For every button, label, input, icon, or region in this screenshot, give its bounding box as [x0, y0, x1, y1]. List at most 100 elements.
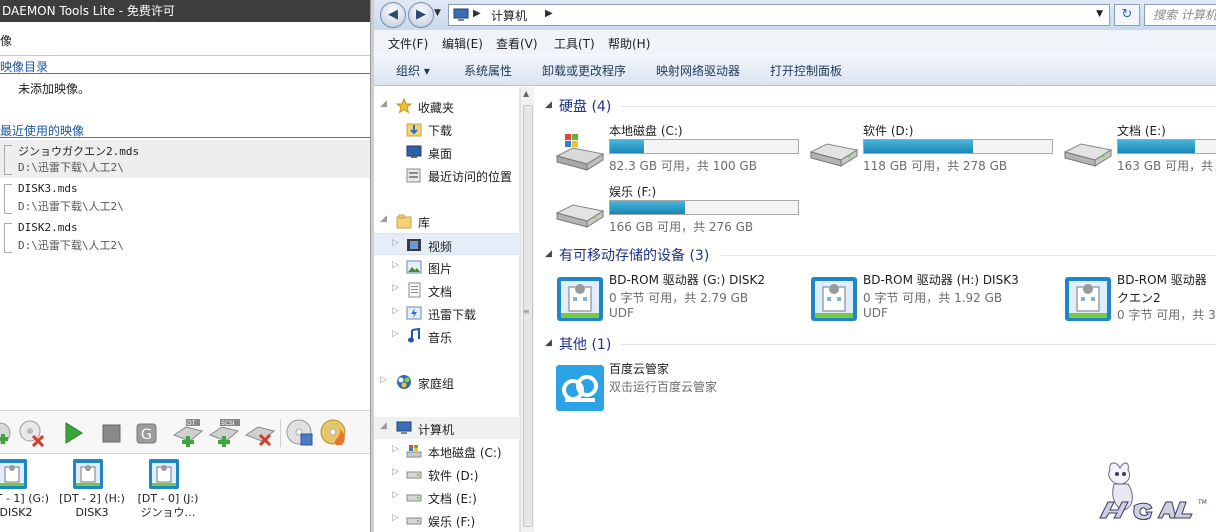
- menu-tools[interactable]: 工具(T): [554, 35, 595, 52]
- nav-music[interactable]: ▷ 音乐: [374, 325, 520, 347]
- music-library-icon: [408, 328, 420, 343]
- organize-button[interactable]: 组织 ▾: [396, 62, 430, 79]
- drive-tile-c[interactable]: 本地磁盘 (C:) 82.3 GB 可用，共 100 GB: [555, 122, 805, 180]
- back-button[interactable]: ◀: [380, 2, 406, 28]
- group-other[interactable]: ◢ 其他 (1): [535, 333, 1216, 355]
- mount-play-button[interactable]: [60, 419, 88, 447]
- nav-videos[interactable]: ▷ 视频: [374, 233, 520, 255]
- drive-tile-d[interactable]: 软件 (D:) 118 GB 可用，共 278 GB: [809, 122, 1059, 180]
- stop-button[interactable]: [98, 419, 126, 447]
- nav-libraries[interactable]: ◢ 库: [374, 210, 520, 232]
- collapse-arrow-icon[interactable]: ◢: [380, 421, 387, 431]
- menu-view[interactable]: 查看(V): [496, 35, 538, 52]
- nav-favorites[interactable]: ◢ 收藏夹: [374, 95, 520, 117]
- collapse-arrow-icon[interactable]: ◢: [545, 338, 552, 348]
- nav-drive-e[interactable]: ▷ 文档 (E:): [374, 486, 520, 508]
- grab-icon: G: [136, 423, 157, 444]
- system-properties-button[interactable]: 系统属性: [464, 62, 512, 79]
- address-dropdown-icon[interactable]: ▼: [1096, 9, 1103, 19]
- group-removable-storage[interactable]: ◢ 有可移动存储的设备 (3): [535, 244, 1216, 266]
- collapse-arrow-icon[interactable]: ◢: [380, 214, 387, 224]
- bd-drive-tile-g[interactable]: BD-ROM 驱动器 (G:) DISK2 0 字节 可用，共 2.79 GB …: [555, 271, 805, 329]
- refresh-button[interactable]: ↻: [1114, 4, 1140, 26]
- breadcrumb-computer[interactable]: 计算机: [491, 7, 527, 24]
- recent-image-item[interactable]: DISK3.mds D:\迅雷下载\人工2\: [0, 179, 370, 217]
- address-bar: ◀ ▶ ▼ ▶ 计算机 ▶ ▼ ↻ 搜索 计算机: [374, 0, 1216, 30]
- menu-file[interactable]: 文件(F): [388, 35, 428, 52]
- nav-scrollbar[interactable]: ▲ ≡: [520, 87, 534, 532]
- capacity-bar: [863, 139, 1053, 154]
- nav-drive-f[interactable]: ▷ 娱乐 (F:): [374, 509, 520, 531]
- recent-image-item[interactable]: DISK2.mds D:\迅雷下载\人工2\: [0, 218, 370, 256]
- pictures-library-icon: [406, 260, 422, 274]
- capacity-bar: [609, 200, 799, 215]
- expand-arrow-icon[interactable]: ▷: [392, 306, 399, 316]
- virtual-drive-h[interactable]: [DT - 2] (H:) DISK3: [56, 456, 128, 532]
- add-image-button[interactable]: [0, 419, 18, 447]
- menu-edit[interactable]: 编辑(E): [442, 35, 483, 52]
- nav-label: 本地磁盘 (C:): [428, 446, 502, 460]
- nav-thunder-downloads[interactable]: ▷ 迅雷下载: [374, 302, 520, 324]
- expand-arrow-icon[interactable]: ▷: [392, 260, 399, 270]
- nav-downloads[interactable]: 下载: [374, 118, 520, 140]
- menu-bar: 文件(F) 编辑(E) 查看(V) 工具(T) 帮助(H): [374, 30, 1216, 54]
- nav-desktop[interactable]: 桌面: [374, 141, 520, 163]
- nav-computer[interactable]: ◢ 计算机: [374, 417, 520, 439]
- search-input[interactable]: 搜索 计算机: [1144, 4, 1216, 26]
- save-image-button[interactable]: [286, 419, 314, 447]
- nav-label: 下载: [428, 124, 453, 138]
- expand-arrow-icon[interactable]: ▷: [392, 283, 399, 293]
- drive-tile-e[interactable]: 文档 (E:) 163 GB 可用，共: [1063, 122, 1216, 180]
- add-dt-drive-button[interactable]: DT: [172, 419, 204, 448]
- map-network-drive-button[interactable]: 映射网络驱动器: [656, 62, 740, 79]
- expand-arrow-icon[interactable]: ▷: [392, 467, 399, 477]
- recent-image-path: D:\迅雷下载\人工2\: [18, 200, 124, 213]
- nav-drive-c[interactable]: ▷ 本地磁盘 (C:): [374, 440, 520, 462]
- remove-drive-button[interactable]: [244, 419, 276, 447]
- expand-arrow-icon[interactable]: ▷: [392, 513, 399, 523]
- open-control-panel-button[interactable]: 打开控制面板: [770, 62, 842, 79]
- svg-text:G: G: [141, 427, 152, 443]
- nav-drive-d[interactable]: ▷ 软件 (D:): [374, 463, 520, 485]
- grab-image-button[interactable]: G: [133, 419, 161, 447]
- expand-arrow-icon[interactable]: ▷: [392, 490, 399, 500]
- expand-arrow-icon[interactable]: ▷: [392, 444, 399, 454]
- nav-pictures[interactable]: ▷ 图片: [374, 256, 520, 278]
- bd-drive-tile-h[interactable]: BD-ROM 驱动器 (H:) DISK3 0 字节 可用，共 1.92 GB …: [809, 271, 1059, 329]
- nav-label: 文档: [428, 285, 453, 299]
- expand-arrow-icon[interactable]: ▷: [392, 329, 399, 339]
- expand-arrow-icon[interactable]: ▷: [380, 375, 387, 385]
- address-box[interactable]: ▶ 计算机 ▶ ▼: [448, 4, 1110, 26]
- collapse-arrow-icon[interactable]: ◢: [380, 99, 387, 109]
- recent-pages-dropdown[interactable]: ▼: [434, 8, 441, 18]
- scrollbar-thumb[interactable]: [523, 105, 533, 527]
- nav-recent-places[interactable]: 最近访问的位置: [374, 164, 520, 186]
- collapse-arrow-icon[interactable]: ◢: [545, 100, 552, 110]
- menu-help[interactable]: 帮助(H): [608, 35, 650, 52]
- burn-disc-button[interactable]: [320, 419, 348, 447]
- capacity-bar-fill: [610, 140, 644, 153]
- forward-button[interactable]: ▶: [408, 2, 434, 28]
- drive-label: [DT - 1] (G:) DISK2: [0, 492, 52, 520]
- bd-drive-tile-j[interactable]: BD-ROM 驱动器 クエン2 0 字节 可用，共 3: [1063, 271, 1216, 329]
- expand-arrow-icon[interactable]: ▷: [392, 238, 399, 248]
- nav-label: 软件 (D:): [428, 469, 479, 483]
- virtual-drive-j[interactable]: [DT - 0] (J:) ジンョウ…: [132, 456, 204, 532]
- scroll-grip-icon: ≡: [523, 307, 530, 316]
- nav-homegroup[interactable]: ▷ 家庭组: [374, 371, 520, 393]
- group-hard-disks[interactable]: ◢ 硬盘 (4): [535, 95, 1216, 117]
- remove-image-button[interactable]: [18, 419, 46, 448]
- collapse-arrow-icon[interactable]: ◢: [545, 249, 552, 259]
- daemon-menu-label[interactable]: 像: [0, 32, 12, 49]
- scroll-up-icon[interactable]: ▲: [523, 89, 529, 98]
- virtual-drive-g[interactable]: [DT - 1] (G:) DISK2: [0, 456, 52, 532]
- divider: [0, 137, 370, 138]
- breadcrumb-arrow-icon[interactable]: ▶: [545, 8, 553, 19]
- recent-image-item[interactable]: ジンョウガクエン2.mds D:\迅雷下载\人工2\: [0, 140, 370, 178]
- breadcrumb-arrow-icon[interactable]: ▶: [473, 8, 481, 19]
- uninstall-program-button[interactable]: 卸载或更改程序: [542, 62, 626, 79]
- add-scsi-drive-button[interactable]: SCSI: [208, 419, 242, 448]
- nav-documents[interactable]: ▷ 文档: [374, 279, 520, 301]
- baidu-cloud-tile[interactable]: 百度云管家 双击运行百度云管家: [555, 360, 805, 418]
- drive-tile-f[interactable]: 娱乐 (F:) 166 GB 可用，共 276 GB: [555, 183, 805, 241]
